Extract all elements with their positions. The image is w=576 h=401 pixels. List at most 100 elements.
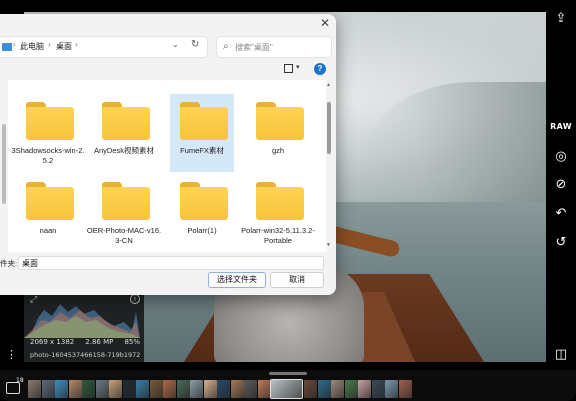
folder-name-row: 件夹: 桌面 [0, 256, 336, 270]
thumbnail[interactable] [176, 380, 190, 398]
thumbnail[interactable] [344, 380, 358, 398]
select-folder-dialog: ✕ › 此电脑 › 桌面 › ⌄ ↻ ⌕ 搜索"桌面" ▾ ? 3Shadows… [0, 14, 336, 295]
zoom-level: 85% [124, 338, 140, 346]
scroll-down-icon[interactable]: ▼ [326, 242, 331, 248]
folder-icon [180, 102, 228, 140]
folder-item[interactable]: Polarr-win32-5.11.3.2-Portable [241, 174, 315, 252]
close-icon[interactable]: ✕ [318, 16, 332, 30]
image-megapixels: 2.86 MP [85, 338, 114, 346]
thumbnail[interactable] [304, 380, 317, 398]
view-mode-dropdown-icon[interactable]: ▾ [296, 63, 300, 71]
folder-label: 3Shadowsocks-win-2.5.2 [11, 146, 85, 165]
chevron-right-icon: › [13, 40, 16, 49]
search-input[interactable]: ⌕ 搜索"桌面" [216, 36, 332, 58]
folder-icon [256, 182, 304, 220]
folder-item[interactable]: AnyDesk视频素材 [92, 94, 156, 172]
undo-icon[interactable]: ↺ [552, 234, 570, 252]
breadcrumb-this-pc[interactable]: 此电脑 [20, 41, 44, 52]
folder-item[interactable]: naan [16, 174, 80, 252]
thumbnail-selected[interactable] [270, 379, 303, 399]
address-bar[interactable]: › 此电脑 › 桌面 › ⌄ ↻ [0, 36, 208, 58]
refresh-icon[interactable]: ↻ [191, 39, 199, 50]
thumbnail[interactable] [385, 380, 398, 398]
more-options-icon[interactable]: ⋮ [6, 348, 17, 361]
filmstrip-handle[interactable] [269, 372, 307, 375]
folder-item[interactable]: FumeFX素材 [170, 94, 234, 172]
folder-item[interactable]: gzh [246, 94, 310, 172]
folder-label: Polarr-win32-5.11.3.2-Portable [241, 226, 315, 245]
select-folder-button[interactable]: 选择文件夹 [208, 272, 266, 288]
thumbnail[interactable] [122, 380, 136, 398]
raw-toggle[interactable]: RAW [550, 118, 572, 136]
compare-icon[interactable]: ◫ [552, 346, 570, 364]
folder-icon [180, 182, 228, 220]
thumbnail[interactable] [244, 380, 257, 398]
thumbnail[interactable] [68, 380, 82, 398]
folder-label: Polarr(1) [187, 226, 217, 235]
view-toolbar: ▾ ? [0, 60, 336, 80]
view-mode-icon[interactable] [284, 64, 293, 73]
thumbnail[interactable] [55, 380, 68, 398]
thumbnail[interactable] [230, 380, 244, 398]
thumbnail[interactable] [109, 380, 122, 398]
folder-grid: 3Shadowsocks-win-2.5.2 AnyDesk视频素材 FumeFX素… [8, 80, 326, 252]
thumbnail[interactable] [371, 380, 385, 398]
folder-label: AnyDesk视频素材 [93, 146, 154, 155]
info-icon[interactable]: i [130, 294, 140, 304]
right-toolbar: ⇪ RAW ◎ ⊘ ↶ ↺ ◫ [546, 0, 576, 370]
folder-icon [102, 182, 150, 220]
image-dimensions: 2069 x 1382 [30, 338, 75, 346]
thumbnail[interactable] [190, 380, 203, 398]
thumbnail[interactable] [358, 380, 371, 398]
folder-item[interactable]: OER-Photo-MAC-v16.3-CN [87, 174, 161, 252]
thumbnail[interactable] [41, 380, 55, 398]
history-icon[interactable]: ↶ [552, 205, 570, 223]
chevron-right-icon: › [48, 40, 51, 49]
scrollbar-thumb[interactable] [327, 102, 331, 154]
folder-field-label: 件夹: [0, 259, 18, 268]
folder-label: gzh [271, 146, 285, 155]
thumbnail[interactable] [82, 380, 95, 398]
search-placeholder: 搜索"桌面" [235, 43, 273, 52]
help-icon[interactable]: ? [314, 63, 326, 75]
chevron-right-icon: › [75, 40, 78, 49]
folder-name-value: 桌面 [22, 259, 38, 268]
folder-label: naan [39, 226, 57, 235]
thumbnail[interactable] [28, 380, 41, 398]
thumbnail[interactable] [149, 380, 163, 398]
folder-icon [26, 182, 74, 220]
thumbnail[interactable] [217, 380, 230, 398]
cancel-button[interactable]: 取消 [270, 272, 324, 288]
folder-label: FumeFX素材 [180, 146, 224, 155]
folder-icon [26, 102, 74, 140]
folder-item[interactable]: Polarr(1) [170, 174, 234, 252]
thumbnail[interactable] [398, 380, 412, 398]
computer-icon [2, 43, 12, 51]
thumbnail[interactable] [163, 380, 176, 398]
nav-pane-scrollbar[interactable] [2, 124, 6, 204]
thumbnail[interactable] [203, 380, 217, 398]
expand-icon[interactable]: ⤢ [30, 295, 37, 305]
folder-icon [256, 102, 304, 140]
histogram-graph [24, 304, 140, 338]
image-filename: photo-1604537466158-719b1972... [30, 351, 140, 359]
scroll-up-icon[interactable]: ▲ [326, 82, 331, 88]
export-icon[interactable]: ⇪ [552, 10, 570, 28]
breadcrumb-desktop[interactable]: 桌面 [56, 41, 72, 52]
spiral-icon[interactable]: ◎ [552, 148, 570, 166]
filmstrip: 18 [0, 370, 576, 401]
folder-label: OER-Photo-MAC-v16.3-CN [86, 226, 162, 245]
thumbnail[interactable] [136, 380, 149, 398]
image-stats: 2069 x 1382 2.86 MP 85% [30, 338, 140, 346]
folder-grid-scrollbar[interactable]: ▲ ▼ [326, 80, 332, 252]
chevron-down-icon[interactable]: ⌄ [172, 40, 179, 49]
folder-item[interactable]: 3Shadowsocks-win-2.5.2 [12, 94, 84, 172]
thumbnail[interactable] [331, 380, 344, 398]
thumbnail[interactable] [317, 380, 331, 398]
thumbnail[interactable] [95, 380, 109, 398]
mask-icon[interactable]: ⊘ [552, 176, 570, 194]
photo-count-badge: 18 [16, 377, 24, 384]
thumbnail[interactable] [257, 380, 271, 398]
histogram-panel: ⤢ i 2069 x 1382 2.86 MP 85% photo-160453… [24, 292, 144, 362]
folder-name-field[interactable]: 桌面 [18, 256, 324, 270]
